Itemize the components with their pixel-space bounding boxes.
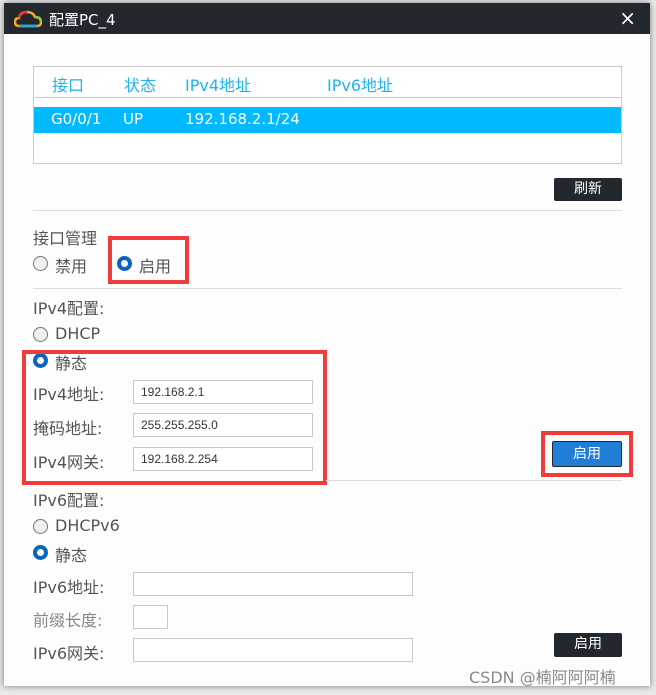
col-header-status: 状态 [124, 76, 157, 95]
divider [326, 480, 622, 481]
col-header-ipv6: IPv6地址 [327, 76, 394, 95]
divider [33, 288, 622, 289]
divider [33, 210, 622, 211]
ipv6-addr-label: IPv6地址: [33, 578, 105, 597]
ipv4-dhcp-label: DHCP [55, 324, 101, 343]
col-header-interface: 接口 [52, 76, 85, 95]
header-divider [34, 97, 621, 98]
watermark: CSDN @楠阿阿阿楠 [469, 668, 616, 687]
cell-status: UP [123, 110, 144, 128]
title-bar: 配置PC_4 × [4, 3, 650, 34]
enable-label: 启用 [139, 257, 172, 276]
disable-label: 禁用 [55, 257, 88, 276]
disable-radio[interactable] [33, 256, 48, 271]
cell-interface: G0/0/1 [51, 110, 102, 128]
interface-table: 接口 状态 IPv4地址 IPv6地址 G0/0/1 UP 192.168.2.… [33, 66, 622, 164]
enable-radio[interactable] [117, 256, 132, 271]
ipv4-dhcp-radio[interactable] [33, 327, 48, 342]
ipv6-gateway-label: IPv6网关: [33, 644, 105, 663]
cloud-logo-icon [14, 10, 42, 28]
ipv6-static-label: 静态 [55, 546, 88, 565]
close-icon[interactable]: × [619, 6, 636, 30]
ipv6-dhcp-radio[interactable] [33, 519, 48, 534]
ipv6-address-input[interactable] [133, 572, 413, 596]
cell-ipv4: 192.168.2.1/24 [185, 110, 300, 128]
col-header-ipv4: IPv4地址 [185, 76, 252, 95]
ipv6-gateway-input[interactable] [133, 638, 413, 662]
ipv6-static-radio[interactable] [33, 545, 48, 560]
ipv6-config-label: IPv6配置: [33, 491, 105, 510]
highlight-box [22, 350, 327, 485]
ipv6-apply-button[interactable]: 启用 [554, 633, 622, 657]
prefix-length-label: 前缀长度: [33, 611, 103, 630]
refresh-button[interactable]: 刷新 [554, 178, 622, 201]
ipv4-config-label: IPv4配置: [33, 299, 105, 318]
ipv6-dhcp-label: DHCPv6 [55, 516, 120, 535]
interface-mgmt-label: 接口管理 [33, 229, 98, 248]
ipv4-apply-button[interactable]: 启用 [552, 441, 622, 467]
prefix-length-input[interactable] [133, 605, 168, 629]
window-title: 配置PC_4 [49, 11, 116, 29]
table-row[interactable]: G0/0/1 UP 192.168.2.1/24 [34, 107, 621, 133]
